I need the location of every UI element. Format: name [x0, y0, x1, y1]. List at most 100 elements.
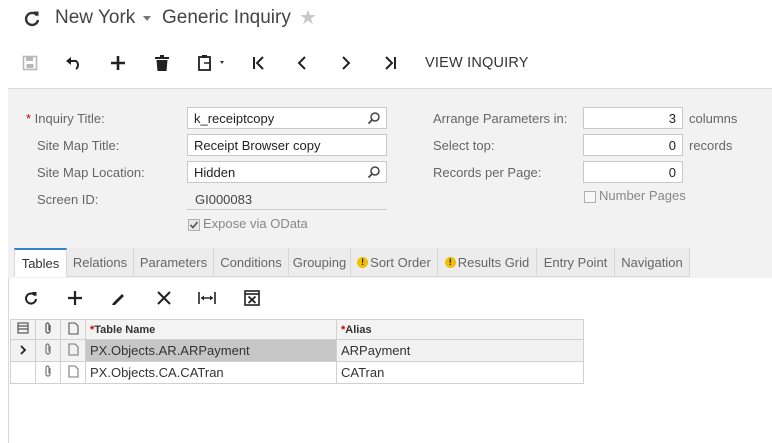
paperclip-icon: [45, 321, 51, 334]
arrange-params-value: 3: [668, 111, 676, 126]
alias-cell[interactable]: CATran: [336, 361, 584, 384]
next-record-icon[interactable]: [336, 52, 356, 74]
save-icon[interactable]: [20, 52, 40, 74]
table-name-cell[interactable]: PX.Objects.AR.ARPayment: [85, 339, 337, 362]
refresh-icon[interactable]: [22, 9, 42, 29]
tab-grouping[interactable]: Grouping: [289, 248, 351, 277]
undo-icon[interactable]: [64, 52, 84, 74]
check-icon: [189, 221, 199, 229]
tab-label: Relations: [72, 254, 128, 270]
fit-columns-icon[interactable]: [197, 288, 217, 308]
note-icon: [67, 364, 79, 378]
column-label: Alias: [345, 323, 372, 336]
alias-cell[interactable]: ARPayment: [336, 339, 584, 362]
delete-icon[interactable]: [152, 52, 172, 74]
tab-label: Navigation: [621, 254, 683, 270]
divider: [187, 209, 387, 210]
number-pages-label: Number Pages: [599, 188, 686, 203]
inquiry-title-field[interactable]: k_receiptcopy: [187, 107, 387, 129]
records-per-page-field[interactable]: 0: [583, 161, 683, 183]
tab-label: Parameters: [139, 254, 208, 270]
delete-row-icon[interactable]: [154, 288, 174, 308]
number-pages-checkbox[interactable]: [584, 191, 596, 203]
refresh-icon[interactable]: [21, 288, 41, 308]
records-per-page-label: Records per Page:: [433, 165, 542, 180]
site-map-title-label: Site Map Title:: [37, 138, 120, 153]
warning-icon: !: [444, 256, 456, 268]
title-bar: New York Generic Inquiry ★: [0, 0, 772, 40]
site-map-title-field[interactable]: Receipt Browser copy: [187, 134, 387, 156]
row-attachments[interactable]: [35, 339, 61, 362]
select-top-value: 0: [668, 138, 676, 153]
table-name-cell[interactable]: PX.Objects.CA.CATran: [85, 361, 337, 384]
note-icon: [67, 321, 79, 335]
first-record-icon[interactable]: [249, 52, 269, 74]
paperclip-icon: [45, 364, 51, 377]
site-map-location-field[interactable]: Hidden: [187, 161, 387, 183]
site-map-title-value: Receipt Browser copy: [194, 138, 321, 153]
tab-label: Conditions: [220, 254, 282, 270]
company-selector[interactable]: New York: [55, 7, 135, 29]
tab-relations[interactable]: Relations: [67, 248, 134, 277]
row-selector[interactable]: [10, 339, 36, 362]
tab-bar: Tables Relations Parameters Conditions G…: [8, 248, 772, 278]
add-icon[interactable]: [108, 52, 128, 74]
add-row-icon[interactable]: [65, 288, 85, 308]
tab-label: Sort Order: [370, 254, 431, 270]
tab-label: Entry Point: [543, 254, 608, 270]
page-title: Generic Inquiry: [162, 7, 291, 28]
row-selector-header[interactable]: [10, 319, 36, 340]
attachments-header: [35, 319, 61, 340]
required-marker: *: [26, 111, 35, 126]
last-record-icon[interactable]: [380, 52, 400, 74]
paste-icon[interactable]: [195, 52, 231, 74]
tab-navigation[interactable]: Navigation: [615, 248, 690, 277]
grid-header-row: *Table Name *Alias: [10, 319, 584, 340]
chevron-down-icon[interactable]: [143, 16, 151, 21]
export-excel-icon[interactable]: [242, 288, 262, 308]
row-selector[interactable]: [10, 361, 36, 384]
inquiry-form: * Inquiry Title: k_receiptcopy Site Map …: [8, 88, 772, 249]
view-inquiry-button[interactable]: VIEW INQUIRY: [425, 52, 529, 74]
row-attachments[interactable]: [35, 361, 61, 384]
chevron-right-icon: [20, 345, 27, 355]
tab-label: Tables: [21, 255, 60, 271]
warning-icon: !: [357, 256, 369, 268]
arrange-params-label: Arrange Parameters in:: [433, 111, 568, 126]
select-top-field[interactable]: 0: [583, 134, 683, 156]
tables-grid: *Table Name *Alias PX.Objects.AR.ARPayme…: [10, 319, 584, 384]
toolbar: VIEW INQUIRY: [0, 40, 772, 86]
arrange-params-field[interactable]: 3: [583, 107, 683, 129]
edit-icon[interactable]: [109, 288, 129, 308]
search-icon[interactable]: [367, 111, 381, 125]
tab-entry-point[interactable]: Entry Point: [537, 248, 615, 277]
site-map-location-value: Hidden: [194, 165, 236, 180]
tables-panel: *Table Name *Alias PX.Objects.AR.ARPayme…: [8, 278, 772, 443]
arrange-params-unit: columns: [689, 111, 738, 126]
table-row[interactable]: PX.Objects.CA.CATran CATran: [10, 361, 584, 384]
row-notes[interactable]: [60, 339, 86, 362]
grid-settings-icon[interactable]: [17, 322, 29, 334]
site-map-location-label: Site Map Location:: [37, 165, 145, 180]
row-notes[interactable]: [60, 361, 86, 384]
screen-id-value: GI000083: [195, 192, 253, 207]
alias-header[interactable]: *Alias: [336, 319, 584, 340]
tab-conditions[interactable]: Conditions: [214, 248, 289, 277]
column-label: Table Name: [94, 323, 156, 336]
note-icon: [67, 342, 79, 356]
previous-record-icon[interactable]: [292, 52, 312, 74]
screen-id-label: Screen ID:: [37, 192, 99, 207]
select-top-unit: records: [689, 138, 733, 153]
inquiry-title-label: * Inquiry Title:: [26, 111, 105, 126]
expose-odata-checkbox[interactable]: [188, 219, 200, 231]
tab-parameters[interactable]: Parameters: [134, 248, 214, 277]
inquiry-title-value: k_receiptcopy: [194, 111, 275, 126]
search-icon[interactable]: [367, 165, 381, 179]
table-name-header[interactable]: *Table Name: [85, 319, 337, 340]
select-top-label: Select top:: [433, 138, 495, 153]
tab-results-grid[interactable]: ! Results Grid: [438, 248, 537, 277]
tab-sort-order[interactable]: ! Sort Order: [351, 248, 438, 277]
star-icon[interactable]: ★: [299, 8, 317, 28]
table-row[interactable]: PX.Objects.AR.ARPayment ARPayment: [10, 339, 584, 362]
tab-tables[interactable]: Tables: [14, 248, 67, 277]
